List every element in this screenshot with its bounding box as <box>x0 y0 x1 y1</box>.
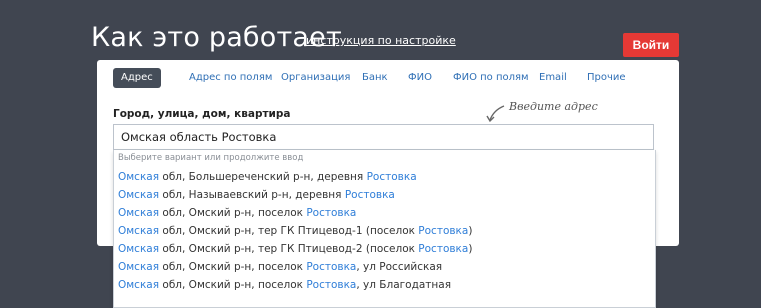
suggestion-match-region: Омская <box>118 225 160 237</box>
tab-email[interactable]: Email <box>539 68 567 88</box>
suggestion-item[interactable]: Омская обл, Омский р-н, поселок Ростовка <box>118 205 356 222</box>
suggestion-match-region: Омская <box>118 171 160 183</box>
suggestion-text: обл, Большереченский р-н, деревня <box>159 171 367 183</box>
suggestion-match-region: Омская <box>118 207 160 219</box>
suggestion-item[interactable]: Омская обл, Омский р-н, поселок Ростовка… <box>118 259 442 276</box>
address-hint: Введите адрес <box>509 100 598 113</box>
suggestion-item[interactable]: Омская обл, Омский р-н, тер ГК Птицевод-… <box>118 241 472 258</box>
suggestion-item[interactable]: Омская обл, Большереченский р-н, деревня… <box>118 169 417 186</box>
suggestion-match-locality: Ростовка <box>418 243 469 255</box>
curved-arrow-icon <box>486 105 505 123</box>
suggestion-match-locality: Ростовка <box>306 261 357 273</box>
login-button[interactable]: Войти <box>623 33 679 57</box>
suggestion-match-region: Омская <box>118 189 160 201</box>
page-title: Как это работает <box>91 22 342 53</box>
suggestion-match-region: Омская <box>118 243 160 255</box>
suggestion-match-locality: Ростовка <box>418 225 469 237</box>
suggestions-hint: Выберите вариант или продолжите ввод <box>118 153 304 163</box>
suggestion-tail: ) <box>468 225 473 237</box>
tab-address-fields[interactable]: Адрес по полям <box>189 68 272 88</box>
suggestion-item[interactable]: Омская обл, Называевский р-н, деревня Ро… <box>118 187 395 204</box>
tab-other[interactable]: Прочие <box>587 68 626 88</box>
tab-fio-fields[interactable]: ФИО по полям <box>453 68 529 88</box>
suggestion-text: обл, Омский р-н, поселок <box>159 207 307 219</box>
suggestion-text: обл, Омский р-н, тер ГК Птицевод-1 (посе… <box>159 225 419 237</box>
tab-organization[interactable]: Организация <box>281 68 350 88</box>
suggestion-match-region: Омская <box>118 279 160 291</box>
suggestion-match-locality: Ростовка <box>344 189 395 201</box>
suggestion-text: обл, Омский р-н, тер ГК Птицевод-2 (посе… <box>159 243 419 255</box>
suggestions-dropdown: Выберите вариант или продолжите ввод Омс… <box>113 150 656 308</box>
suggestion-match-locality: Ростовка <box>366 171 417 183</box>
tab-bank[interactable]: Банк <box>362 68 388 88</box>
tab-fio[interactable]: ФИО <box>408 68 432 88</box>
suggestion-text: обл, Называевский р-н, деревня <box>159 189 345 201</box>
suggestion-text: обл, Омский р-н, поселок <box>159 261 307 273</box>
suggestion-tail: , ул Благодатная <box>356 279 452 291</box>
address-field-label: Город, улица, дом, квартира <box>113 108 291 120</box>
suggestion-text: обл, Омский р-н, поселок <box>159 279 307 291</box>
page: Как это работает инструкция по настройке… <box>0 0 761 308</box>
suggestion-tail: ) <box>468 243 473 255</box>
tab-address[interactable]: Адрес <box>113 68 161 88</box>
instructions-link[interactable]: инструкция по настройке <box>306 34 456 47</box>
suggestion-match-locality: Ростовка <box>306 279 357 291</box>
address-input[interactable] <box>113 124 654 150</box>
suggestion-item[interactable]: Омская обл, Омский р-н, поселок Ростовка… <box>118 277 451 294</box>
suggestion-tail: , ул Российская <box>356 261 443 273</box>
suggestion-item[interactable]: Омская обл, Омский р-н, тер ГК Птицевод-… <box>118 223 472 240</box>
suggestion-match-locality: Ростовка <box>306 207 357 219</box>
suggestion-match-region: Омская <box>118 261 160 273</box>
